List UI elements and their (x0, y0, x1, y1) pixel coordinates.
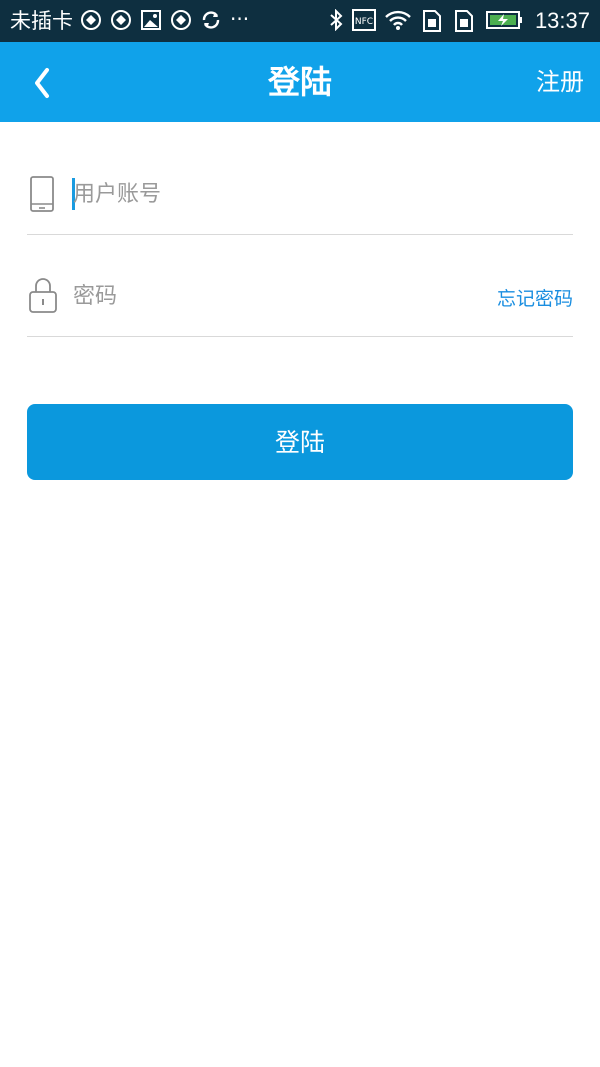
more-notifications: ··· (230, 7, 250, 31)
notification-icon (110, 9, 132, 35)
account-input[interactable] (73, 174, 473, 214)
page-title: 登陆 (267, 63, 332, 101)
register-button[interactable]: 注册 (536, 64, 584, 100)
password-field: 忘记密码 (27, 266, 573, 337)
password-input[interactable] (73, 276, 473, 316)
image-icon (140, 9, 162, 35)
login-button[interactable]: 登陆 (27, 404, 573, 480)
sync-icon (200, 9, 222, 35)
bluetooth-icon (328, 8, 344, 35)
sim-icon (454, 9, 474, 37)
lock-icon (27, 276, 59, 320)
account-field (27, 164, 573, 235)
notification-icon (80, 9, 102, 35)
battery-charging-icon (486, 9, 524, 35)
wifi-icon (384, 9, 412, 35)
forgot-password-link[interactable]: 忘记密码 (497, 284, 573, 314)
nfc-icon: NFC (352, 9, 376, 35)
sim-icon (422, 9, 442, 37)
app-bar: 登陆 注册 (0, 42, 600, 122)
status-bar: 未插卡 ··· NFC 13:37 (0, 0, 600, 42)
svg-text:NFC: NFC (355, 17, 373, 27)
clock: 13:37 (534, 8, 590, 33)
notification-icon (170, 9, 192, 35)
phone-icon (27, 174, 57, 218)
carrier-label: 未插卡 (10, 9, 73, 33)
